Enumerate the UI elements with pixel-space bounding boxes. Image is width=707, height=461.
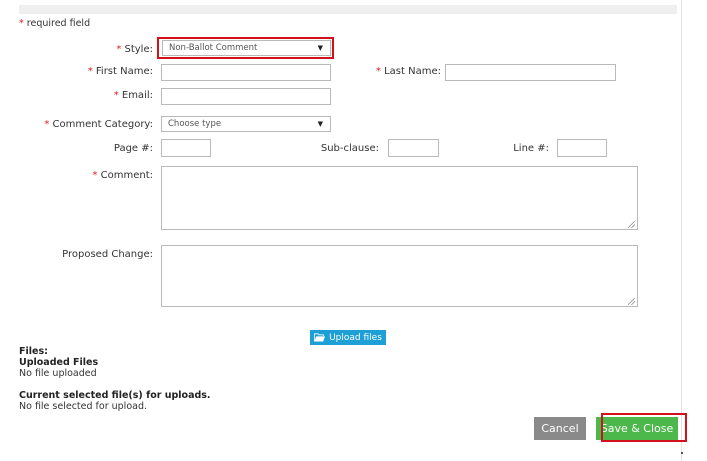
required-asterisk: *: [44, 119, 50, 130]
comment-label: * Comment:: [92, 170, 153, 181]
required-asterisk: *: [375, 66, 381, 77]
page-number-field[interactable]: [161, 139, 211, 157]
proposed-change-textarea[interactable]: [161, 245, 638, 307]
comment-category-select[interactable]: Choose type ▼: [161, 116, 331, 132]
first-name-field[interactable]: [161, 64, 331, 81]
style-label: * Style:: [116, 44, 153, 55]
top-bar: [19, 5, 677, 14]
proposed-change-label: Proposed Change:: [62, 249, 153, 260]
comment-label-text: Comment:: [100, 170, 153, 181]
cancel-button[interactable]: Cancel: [534, 417, 586, 440]
required-asterisk: *: [113, 90, 119, 101]
email-label-text: Email:: [121, 90, 153, 101]
upload-files-button[interactable]: Upload files: [310, 330, 386, 345]
required-field-note: * required field: [19, 18, 90, 29]
upload-files-label: Upload files: [329, 332, 382, 343]
line-number-label: Line #:: [513, 143, 549, 154]
page-number-label-text: Page #:: [113, 143, 153, 154]
selected-files-heading: Current selected file(s) for uploads.: [19, 390, 211, 401]
required-asterisk: *: [92, 170, 98, 181]
line-number-label-text: Line #:: [513, 143, 549, 154]
required-note-text: required field: [26, 18, 91, 29]
last-name-label-text: Last Name:: [384, 66, 441, 77]
first-name-label-text: First Name:: [95, 66, 153, 77]
required-asterisk: *: [19, 18, 24, 29]
first-name-label: * First Name:: [88, 66, 153, 77]
sub-clause-label-text: Sub-clause:: [320, 143, 379, 154]
comment-textarea[interactable]: [161, 166, 638, 230]
line-number-field[interactable]: [557, 139, 607, 157]
last-name-field[interactable]: [445, 64, 616, 81]
right-divider: [681, 0, 682, 461]
email-label: * Email:: [114, 90, 153, 101]
resize-handle-icon[interactable]: [628, 298, 635, 305]
style-highlight: [157, 37, 334, 59]
comment-category-label: * Comment Category:: [44, 119, 153, 130]
sub-clause-field[interactable]: [388, 139, 439, 157]
cancel-label: Cancel: [541, 422, 579, 435]
scroll-dot: [681, 452, 683, 454]
last-name-label: * Last Name:: [376, 66, 441, 77]
uploaded-files-status: No file uploaded: [19, 368, 97, 379]
selected-files-status: No file selected for upload.: [19, 401, 148, 412]
required-asterisk: *: [116, 44, 122, 55]
comment-category-label-text: Comment Category:: [52, 119, 154, 130]
email-field[interactable]: [161, 88, 331, 105]
files-title: Files:: [19, 346, 48, 357]
proposed-change-label-text: Proposed Change:: [62, 249, 153, 260]
chevron-down-icon: ▼: [317, 120, 323, 128]
folder-icon: [314, 333, 326, 342]
comment-category-value: Choose type: [168, 119, 222, 129]
style-label-text: Style:: [124, 44, 154, 55]
resize-handle-icon[interactable]: [628, 221, 635, 228]
page-number-label: Page #:: [114, 143, 153, 154]
uploaded-files-heading: Uploaded Files: [19, 357, 99, 368]
save-highlight: [601, 413, 687, 442]
sub-clause-label: Sub-clause:: [321, 143, 379, 154]
required-asterisk: *: [87, 66, 93, 77]
